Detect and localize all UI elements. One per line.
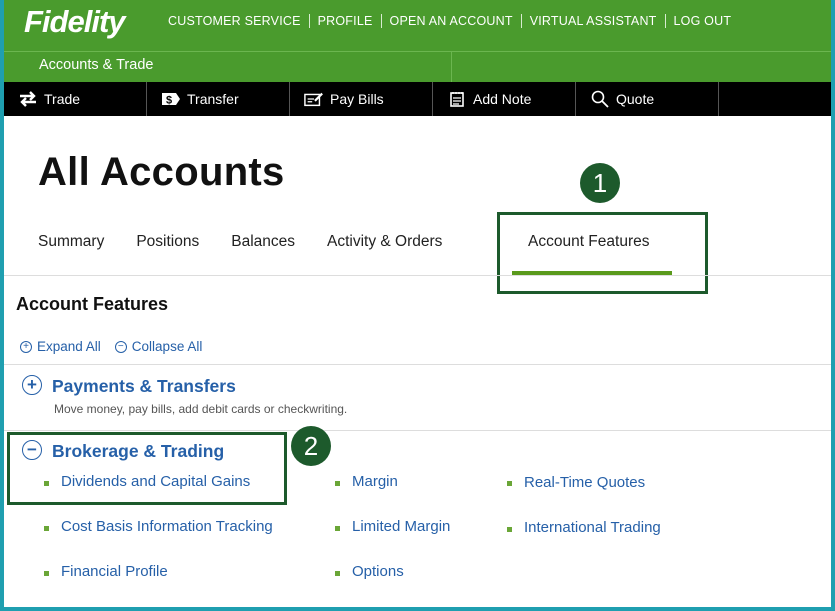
expand-all-link[interactable]: + Expand All [20, 339, 101, 354]
action-toolbar: Trade $ Transfer Pay Bills Add Note Quot… [4, 82, 831, 116]
plus-circle-icon: + [20, 340, 32, 353]
tab-balances[interactable]: Balances [231, 233, 295, 251]
svg-text:$: $ [166, 95, 172, 107]
add-note-label: Add Note [473, 91, 532, 107]
bullet [335, 571, 340, 576]
page-title: All Accounts [38, 150, 285, 194]
bullet [335, 481, 340, 486]
quote-label: Quote [616, 91, 655, 107]
callout-number-2: 2 [291, 426, 331, 466]
expand-collapse-controls: + Expand All − Collapse All [20, 339, 216, 354]
fidelity-logo[interactable]: Fidelity [24, 4, 126, 40]
app-window: Fidelity CUSTOMER SERVICE PROFILE OPEN A… [4, 0, 831, 607]
nav-open-account[interactable]: OPEN AN ACCOUNT [380, 14, 521, 28]
tab-summary[interactable]: Summary [38, 233, 104, 251]
top-header: Fidelity CUSTOMER SERVICE PROFILE OPEN A… [4, 0, 831, 51]
link-margin[interactable]: Margin [352, 473, 398, 490]
tabs-divider [4, 275, 831, 276]
bullet [335, 526, 340, 531]
link-dividends-capital-gains[interactable]: Dividends and Capital Gains [61, 473, 250, 490]
link-cost-basis-tracking[interactable]: Cost Basis Information Tracking [61, 518, 273, 535]
group-description: Move money, pay bills, add debit cards o… [54, 402, 348, 416]
link-international-trading[interactable]: International Trading [524, 519, 661, 536]
pay-bills-icon [304, 91, 324, 107]
link-options[interactable]: Options [352, 563, 404, 580]
tab-activity-orders[interactable]: Activity & Orders [327, 233, 442, 251]
link-financial-profile[interactable]: Financial Profile [61, 563, 168, 580]
trade-button[interactable]: Trade [4, 82, 147, 116]
trade-label: Trade [44, 91, 81, 107]
callout-box-2 [7, 432, 287, 505]
callout-box-1 [497, 212, 708, 294]
accounts-trade-tab[interactable]: Accounts & Trade [4, 52, 452, 83]
bullet [44, 481, 49, 486]
pay-bills-button[interactable]: Pay Bills [290, 82, 433, 116]
transfer-label: Transfer [187, 91, 239, 107]
search-icon [590, 90, 610, 108]
section-heading: Account Features [16, 294, 169, 314]
callout-number-1: 1 [580, 163, 620, 203]
bullet [44, 571, 49, 576]
add-note-button[interactable]: Add Note [433, 82, 576, 116]
group-payments-transfers[interactable]: Payments & Transfers [52, 376, 236, 397]
pay-bills-label: Pay Bills [330, 91, 384, 107]
nav-customer-service[interactable]: CUSTOMER SERVICE [168, 14, 309, 28]
collapse-all-link[interactable]: − Collapse All [114, 339, 203, 354]
nav-profile[interactable]: PROFILE [308, 14, 381, 28]
dollar-transfer-icon: $ [161, 91, 181, 107]
divider [4, 364, 831, 365]
minus-circle-icon: − [114, 340, 127, 353]
trade-arrows-icon [18, 91, 38, 107]
section-bar: Accounts & Trade [4, 51, 831, 83]
link-real-time-quotes[interactable]: Real-Time Quotes [524, 474, 645, 491]
account-tabs: Summary Positions Balances Activity & Or… [38, 233, 649, 251]
note-icon [447, 91, 467, 107]
bullet [507, 481, 512, 486]
nav-virtual-assistant[interactable]: VIRTUAL ASSISTANT [520, 14, 665, 28]
quote-button[interactable]: Quote [576, 82, 719, 116]
transfer-button[interactable]: $ Transfer [147, 82, 290, 116]
tab-positions[interactable]: Positions [136, 233, 199, 251]
utility-nav: CUSTOMER SERVICE PROFILE OPEN AN ACCOUNT… [168, 14, 739, 28]
link-limited-margin[interactable]: Limited Margin [352, 518, 450, 535]
bullet [507, 527, 512, 532]
expand-plus-icon[interactable]: + [22, 375, 42, 395]
bullet [44, 526, 49, 531]
nav-log-out[interactable]: LOG OUT [664, 14, 740, 28]
collapse-all-label: Collapse All [131, 339, 203, 354]
expand-all-label: Expand All [37, 339, 101, 354]
divider [4, 430, 831, 431]
